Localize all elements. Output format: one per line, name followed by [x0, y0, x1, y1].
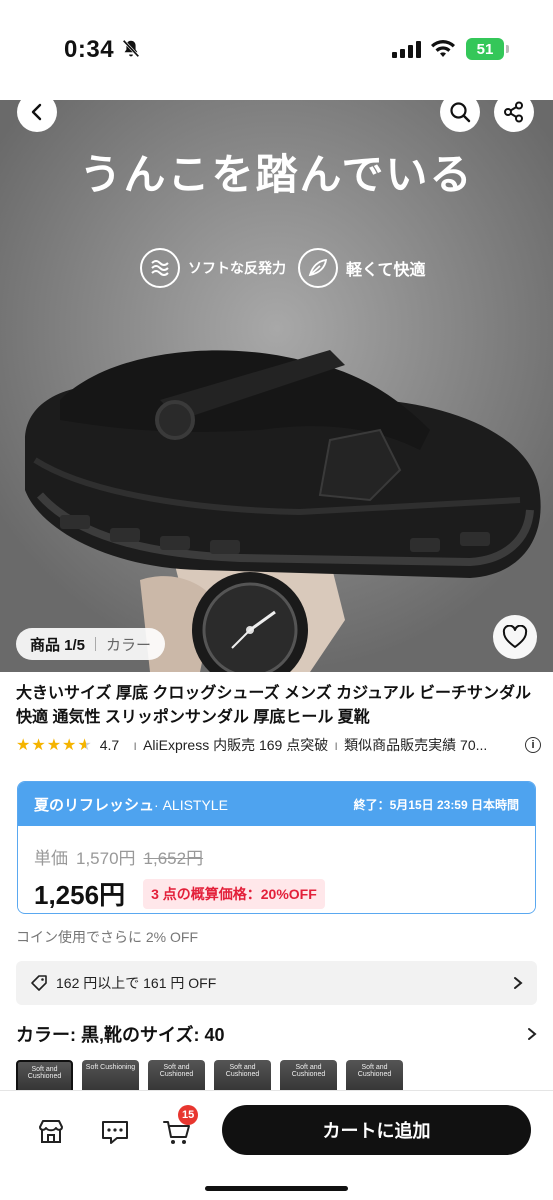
variant-label: カラー: 黒,靴のサイズ: 40 — [16, 1025, 225, 1045]
rating-value: 4.7 — [99, 737, 120, 753]
coin-discount-text: コイン使用でさらに 2% OFF — [16, 929, 199, 945]
unit-price-row: 単価 1,570円 1,652円 — [34, 844, 519, 869]
battery-indicator: 51 — [466, 38, 504, 60]
hero-headline: うんこを踏んでいる — [79, 150, 474, 199]
wave-cushion-icon — [140, 248, 180, 288]
cart-count-badge: 15 — [178, 1105, 199, 1125]
promo-end-time: 終了：5月15日 23:59 日本時間 — [353, 797, 519, 812]
wishlist-button[interactable] — [493, 615, 537, 659]
campaign-name: 夏のリフレッシュ — [34, 796, 155, 814]
unit-price-label: 単価 — [34, 849, 68, 868]
promo-campaign: 夏のリフレッシュ· ALISTYLE — [34, 794, 228, 815]
add-to-cart-button[interactable]: カートに追加 — [222, 1105, 531, 1155]
promo-card: 夏のリフレッシュ· ALISTYLE 終了：5月15日 23:59 日本時間 単… — [17, 781, 536, 914]
wifi-icon — [431, 40, 455, 57]
bundle-discount-badge: 3 点の概算価格：20%OFF — [143, 878, 325, 909]
unit-price: 1,570円 — [76, 849, 136, 868]
chevron-left-icon — [31, 103, 42, 121]
search-button[interactable] — [440, 92, 480, 132]
star-icon: ★ — [31, 737, 46, 754]
chevron-right-icon — [514, 977, 523, 989]
star-icon: ★ — [16, 737, 31, 754]
star-icon: ★ — [46, 737, 62, 754]
heart-icon — [502, 625, 528, 648]
info-icon[interactable]: i — [525, 737, 541, 753]
bottom-action-bar: 15 カートに追加 — [0, 1090, 553, 1200]
star-rating: ★ ★ ★ ★ ★ — [16, 735, 92, 755]
battery-tip — [506, 45, 509, 53]
divider: ı — [334, 737, 339, 753]
original-price: 1,652円 — [143, 849, 204, 868]
divider — [95, 637, 97, 651]
variant-selector[interactable]: カラー: 黒,靴のサイズ: 40 — [16, 1022, 537, 1046]
feature-cushion-label: ソフトな反発力 — [188, 260, 286, 276]
home-indicator — [205, 1186, 348, 1191]
price-block: 単価 1,570円 1,652円 1,256円 3 点の概算価格：20%OFF — [18, 826, 535, 912]
store-icon[interactable] — [36, 1117, 66, 1147]
battery-level: 51 — [476, 40, 494, 58]
search-icon — [450, 102, 471, 123]
image-counter: 商品 1/5 — [30, 636, 86, 654]
sale-price: 1,256円 — [34, 880, 126, 910]
image-counter-pill[interactable]: 商品 1/5 カラー — [16, 628, 166, 660]
share-icon — [504, 101, 523, 123]
status-bar: 0:34 51 — [0, 0, 553, 100]
rating-row[interactable]: ★ ★ ★ ★ ★ 4.7 ı AliExpress 内販売 169 点突破 ı… — [16, 734, 541, 756]
similar-sales: 類似商品販売実績 70... — [344, 737, 488, 753]
signal-icon — [392, 40, 421, 58]
clock: 0:34 — [64, 36, 115, 63]
share-button[interactable] — [494, 92, 534, 132]
star-icon: ★ — [62, 737, 77, 754]
star-half-icon: ★ — [77, 737, 92, 754]
feather-icon — [298, 248, 338, 288]
feature-cushion: ソフトな反発力 — [140, 248, 286, 288]
campaign-brand: · ALISTYLE — [154, 796, 228, 813]
chevron-right-icon — [528, 1028, 537, 1040]
promo-header: 夏のリフレッシュ· ALISTYLE 終了：5月15日 23:59 日本時間 — [18, 782, 535, 826]
sale-price-row: 1,256円 3 点の概算価格：20%OFF — [34, 875, 519, 912]
coupon-bar[interactable]: 162 円以上で 161 円 OFF — [16, 961, 537, 1005]
product-image-carousel[interactable]: うんこを踏んでいる ソフトな反発力 軽くて快適 — [0, 100, 553, 672]
divider: ı — [133, 737, 138, 753]
sold-count: AliExpress 内販売 169 点突破 — [143, 737, 329, 753]
back-button[interactable] — [17, 92, 57, 132]
tag-icon — [31, 975, 47, 991]
message-icon[interactable] — [100, 1117, 130, 1147]
coupon-text: 162 円以上で 161 円 OFF — [56, 975, 217, 991]
color-tab[interactable]: カラー — [106, 634, 151, 655]
product-title: 大きいサイズ 厚底 クロッグシューズ メンズ カジュアル ビーチサンダル 快適 … — [16, 685, 532, 726]
bell-muted-icon — [122, 39, 140, 58]
feature-light-label: 軽くて快適 — [346, 262, 426, 279]
feature-light: 軽くて快適 — [298, 248, 426, 288]
